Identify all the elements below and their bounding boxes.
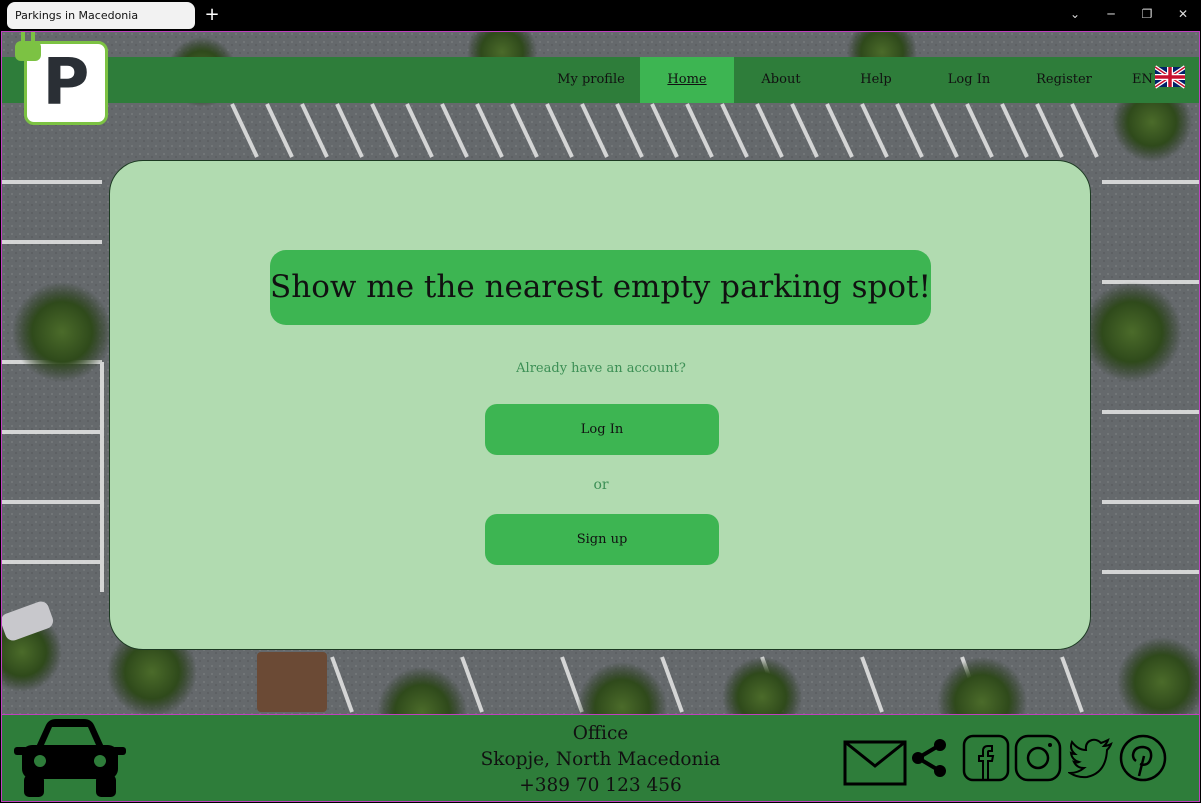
nav-item-about[interactable]: About (734, 57, 828, 103)
nav-menu: My profile Home About Help Log In Regist… (542, 57, 1114, 103)
nav-item-my-profile[interactable]: My profile (542, 57, 640, 103)
share-icon[interactable] (910, 738, 948, 778)
top-navigation-bar: My profile Home About Help Log In Regist… (2, 57, 1199, 103)
main-card: Show me the nearest empty parking spot! … (109, 160, 1091, 650)
instagram-icon[interactable] (1014, 734, 1062, 782)
sign-up-button[interactable]: Sign up (485, 514, 719, 565)
footer: Office Skopje, North Macedonia +389 70 1… (2, 714, 1199, 801)
mail-icon[interactable] (843, 740, 907, 786)
maximize-button[interactable]: ❐ (1137, 5, 1157, 23)
nav-item-help[interactable]: Help (828, 57, 924, 103)
plug-icon (15, 32, 41, 61)
pinterest-icon[interactable] (1119, 734, 1167, 782)
language-selector[interactable]: EN (1132, 57, 1153, 103)
facebook-icon[interactable] (962, 734, 1010, 782)
nav-item-log-in[interactable]: Log In (924, 57, 1014, 103)
page: My profile Home About Help Log In Regist… (1, 31, 1200, 802)
close-window-button[interactable]: ✕ (1173, 5, 1193, 23)
minimize-button[interactable]: ─ (1101, 5, 1121, 23)
uk-flag-icon[interactable] (1155, 65, 1185, 89)
tab-list-chevron-icon[interactable]: ⌄ (1065, 5, 1085, 23)
new-tab-button[interactable]: + (203, 4, 221, 26)
browser-chrome: Parkings in Macedonia + ⌄ ─ ❐ ✕ (0, 0, 1201, 31)
account-question: Already have an account? (516, 361, 686, 376)
or-separator: or (593, 477, 609, 493)
nav-item-home[interactable]: Home (640, 57, 734, 103)
nav-item-register[interactable]: Register (1014, 57, 1114, 103)
log-in-button[interactable]: Log In (485, 404, 719, 455)
twitter-icon[interactable] (1068, 735, 1114, 781)
find-nearest-spot-button[interactable]: Show me the nearest empty parking spot! (270, 250, 931, 325)
browser-tab[interactable]: Parkings in Macedonia (7, 2, 195, 29)
